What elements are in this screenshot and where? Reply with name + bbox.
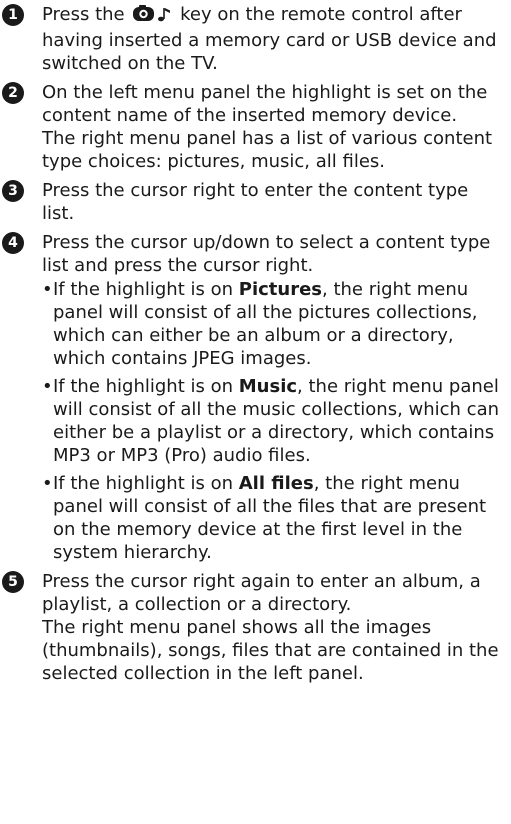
step-3: 3 Press the cursor right to enter the co… xyxy=(0,179,511,225)
step-1: 1 Press the key on the remote control af… xyxy=(0,3,511,75)
step-1-text-start: Press the xyxy=(42,4,125,25)
step-4-text: Press the cursor up/down to select a con… xyxy=(42,232,491,276)
step-number-4: 4 xyxy=(2,232,24,254)
camera-music-key-icon xyxy=(132,4,172,29)
step-4-bullet-all-files: • If the highlight is on All files, the … xyxy=(42,472,505,564)
step-4-bullet-music: • If the highlight is on Music, the righ… xyxy=(42,375,505,467)
bullet-keyword-pictures: Pictures xyxy=(238,279,322,300)
bullet-mark: • xyxy=(42,473,53,494)
step-number-5: 5 xyxy=(2,571,24,593)
step-4: 4 Press the cursor up/down to select a c… xyxy=(0,231,511,564)
step-number-3: 3 xyxy=(2,180,24,202)
step-5: 5 Press the cursor right again to enter … xyxy=(0,570,511,685)
step-1-text: Press the key on the remote control afte… xyxy=(42,3,505,75)
bullet-prefix: If the highlight is on xyxy=(53,279,234,300)
step-2: 2 On the left menu panel the highlight i… xyxy=(0,81,511,173)
step-3-text: Press the cursor right to enter the cont… xyxy=(42,180,469,224)
step-2-paragraph-1: On the left menu panel the highlight is … xyxy=(42,82,488,126)
bullet-mark: • xyxy=(42,376,53,397)
step-number-2: 2 xyxy=(2,82,24,104)
step-2-paragraph-2: The right menu panel has a list of vario… xyxy=(42,128,493,172)
instruction-page: 1 Press the key on the remote control af… xyxy=(0,0,511,824)
bullet-mark: • xyxy=(42,279,53,300)
bullet-prefix: If the highlight is on xyxy=(53,473,234,494)
step-number-1: 1 xyxy=(2,4,24,26)
step-5-paragraph-2: The right menu panel shows all the image… xyxy=(42,617,499,684)
step-5-paragraph-1: Press the cursor right again to enter an… xyxy=(42,571,481,615)
bullet-keyword-all-files: All files xyxy=(238,473,314,494)
bullet-keyword-music: Music xyxy=(238,376,298,397)
step-4-bullet-pictures: • If the highlight is on Pictures, the r… xyxy=(42,278,505,370)
bullet-prefix: If the highlight is on xyxy=(53,376,234,397)
